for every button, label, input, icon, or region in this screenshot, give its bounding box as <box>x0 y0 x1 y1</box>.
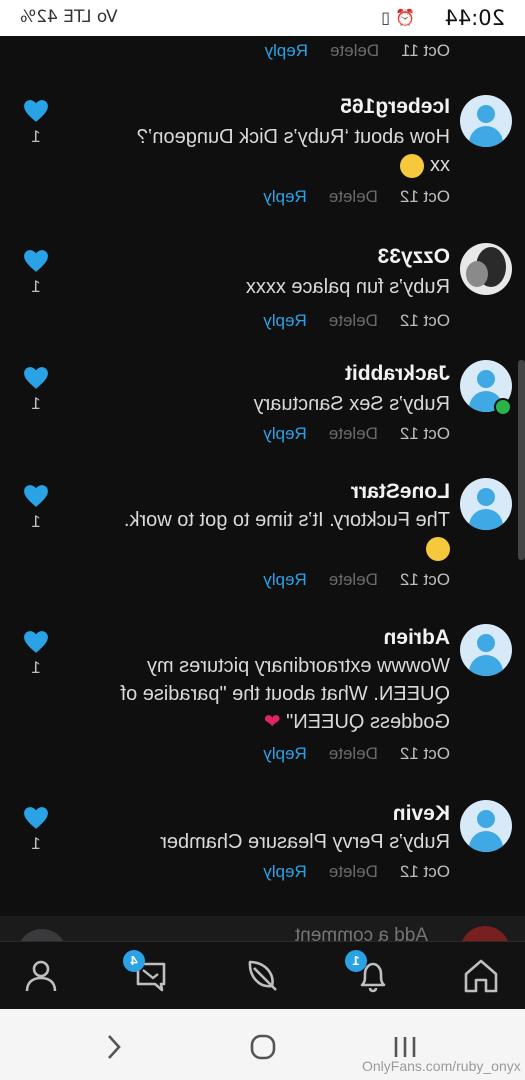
heart-icon[interactable] <box>23 249 49 273</box>
comment-text: Ruby’s Pervy Pleasure Chamber <box>160 831 450 853</box>
heart-icon[interactable] <box>23 630 49 654</box>
comment-date: Oct 12 <box>399 744 450 763</box>
back-icon <box>108 1035 121 1059</box>
status-right: Vo LTE 42% <box>20 7 118 27</box>
tab-new-post[interactable] <box>241 954 285 998</box>
add-comment-bar <box>0 916 525 941</box>
reply-button[interactable]: Reply <box>263 862 306 881</box>
reply-button[interactable]: Reply <box>263 744 306 763</box>
like-count: 1 <box>31 512 41 531</box>
delete-button[interactable]: Delete <box>329 570 378 589</box>
like-count: 1 <box>31 834 41 853</box>
back-button[interactable] <box>93 1027 133 1067</box>
comment-date: Oct 12 <box>399 862 450 881</box>
comment-meta: Oct 12 Delete Reply <box>263 862 450 882</box>
comment-meta: Oct 12 Delete Reply <box>263 187 450 207</box>
status-time: 20:44 <box>444 6 505 30</box>
network-label: Vo LTE <box>63 7 118 27</box>
reply-button[interactable]: Reply <box>263 570 306 589</box>
comment-username[interactable]: Jackrabbit <box>345 362 450 386</box>
comment-date: Oct 12 <box>399 311 450 330</box>
reply-button[interactable]: Reply <box>263 311 306 330</box>
like-control[interactable]: 1 <box>21 99 51 147</box>
comment-meta: Oct 12 Delete Reply <box>263 570 450 590</box>
heart-icon[interactable] <box>23 484 49 508</box>
avatar[interactable] <box>460 243 512 295</box>
comment-text: Wowww extraordinary pictures my QUEEN. W… <box>120 652 451 736</box>
comment-input[interactable] <box>106 924 430 941</box>
comment-meta: Oct 11 Delete Reply <box>265 41 450 61</box>
send-icon <box>17 929 67 941</box>
comment-body: The Fucktory. It’s time to got to work. <box>123 509 450 531</box>
comment-date: Oct 11 <box>401 41 450 60</box>
heart-icon[interactable] <box>23 99 49 123</box>
like-control[interactable]: 1 <box>21 249 51 297</box>
avatar[interactable] <box>460 800 512 852</box>
like-control[interactable]: 1 <box>21 630 51 678</box>
avatar[interactable] <box>460 478 512 530</box>
comment-username[interactable]: Ozzy33 <box>378 245 450 269</box>
smirk-emoji-icon <box>426 536 450 561</box>
delete-button[interactable]: Delete <box>329 862 378 881</box>
comment-text: How about ‘Ruby’s Dick Dungeon’? xx <box>120 123 450 179</box>
comment-username[interactable]: LoneStarr <box>351 480 450 504</box>
profile-icon <box>25 960 57 992</box>
comment-date: Oct 12 <box>399 424 450 443</box>
status-icons: ⏰ ▯ <box>381 8 415 27</box>
home-nav-button[interactable] <box>243 1027 283 1067</box>
tab-notifications[interactable]: 1 <box>345 950 395 998</box>
comment-body: Wowww extraordinary pictures my QUEEN. W… <box>120 655 451 733</box>
like-count: 1 <box>31 277 41 296</box>
delete-button[interactable]: Delete <box>329 424 378 443</box>
comment-text: Ruby’s Sex Sanctuary <box>253 393 450 415</box>
comment-meta: Oct 12 Delete Reply <box>263 424 450 444</box>
like-count: 1 <box>31 127 41 146</box>
watermark: OnlyFans.com/ruby_onyx <box>362 1058 521 1074</box>
comment-date: Oct 12 <box>399 187 450 206</box>
bottom-tab-bar: 1 4 <box>0 941 525 1010</box>
tab-profile[interactable] <box>19 954 63 998</box>
feather-icon <box>248 960 277 991</box>
grin-emoji-icon <box>400 153 425 178</box>
tab-home[interactable] <box>459 954 503 998</box>
like-count: 1 <box>31 394 41 413</box>
mirrored-screen: 20:44 ⏰ ▯ Vo LTE 42% Oct 11 Delete Reply I… <box>0 0 525 1080</box>
reply-button[interactable]: Reply <box>265 41 308 60</box>
comment-text: Ruby’s fun palace xxxx <box>245 276 450 298</box>
avatar <box>460 926 510 941</box>
delete-button[interactable]: Delete <box>330 41 379 60</box>
like-control[interactable]: 1 <box>21 366 51 414</box>
comment-username[interactable]: Kevin <box>393 802 450 826</box>
messages-badge: 4 <box>123 950 145 972</box>
comment-username[interactable]: Iceberg165 <box>340 95 450 119</box>
comments-feed[interactable]: Oct 11 Delete Reply Iceberg165 How about ‘… <box>0 36 525 941</box>
status-bar: 20:44 ⏰ ▯ Vo LTE 42% <box>0 0 525 36</box>
like-control[interactable]: 1 <box>21 806 51 854</box>
home-icon <box>464 959 498 993</box>
avatar[interactable] <box>460 624 512 676</box>
comment-username[interactable]: Adrien <box>383 626 450 650</box>
avatar[interactable] <box>460 95 512 147</box>
delete-button[interactable]: Delete <box>329 187 378 206</box>
reply-button[interactable]: Reply <box>263 424 306 443</box>
comment-text: The Fucktory. It’s time to got to work. <box>120 506 450 562</box>
heart-icon[interactable] <box>23 366 49 390</box>
like-control[interactable]: 1 <box>21 484 51 532</box>
delete-button[interactable]: Delete <box>329 311 378 330</box>
online-indicator <box>494 398 512 416</box>
tab-messages[interactable]: 4 <box>123 950 173 998</box>
notifications-badge: 1 <box>345 950 367 972</box>
battery-label: 42% <box>20 7 58 27</box>
comment-meta: Oct 12 Delete Reply <box>263 744 450 764</box>
comment-meta: Oct 12 Delete Reply <box>263 311 450 331</box>
home-circle-icon <box>250 1034 276 1060</box>
like-count: 1 <box>31 658 41 677</box>
red-heart-emoji-icon: ❤ <box>263 711 281 733</box>
comment-date: Oct 12 <box>399 570 450 589</box>
delete-button[interactable]: Delete <box>329 744 378 763</box>
send-button[interactable] <box>17 929 67 941</box>
reply-button[interactable]: Reply <box>263 187 306 206</box>
heart-icon[interactable] <box>23 806 49 830</box>
scroll-indicator[interactable] <box>518 360 525 560</box>
